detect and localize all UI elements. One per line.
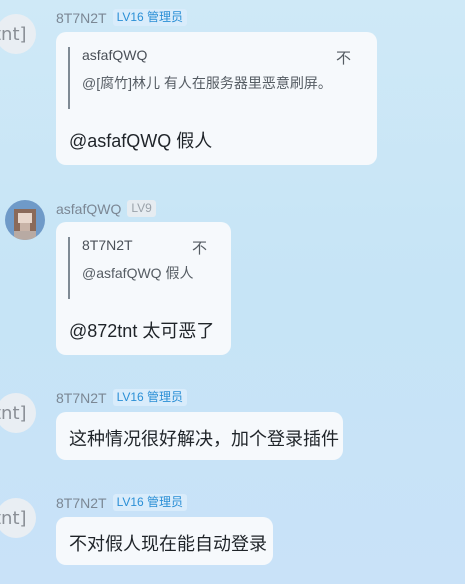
- message-bubble[interactable]: asfafQWQ 不 @[腐竹]林儿 有人在服务器里恶意刷屏。 @asfafQW…: [56, 32, 377, 165]
- avatar[interactable]: tnt]: [0, 393, 36, 433]
- level-badge: LV16 管理员: [112, 494, 188, 511]
- message-header: asfafQWQ LV9: [56, 200, 156, 217]
- message-bubble[interactable]: 8T7N2T 不 @asfafQWQ 假人 @872tnt 太可恶了: [56, 222, 231, 355]
- avatar-text: tnt]: [0, 402, 27, 424]
- message-bubble[interactable]: 不对假人现在能自动登录: [56, 517, 273, 565]
- avatar[interactable]: tnt]: [0, 498, 36, 538]
- quoted-mark: 不: [192, 240, 208, 257]
- avatar[interactable]: [5, 200, 45, 240]
- message-text: 这种情况很好解决，加个登录插件: [69, 429, 339, 449]
- quoted-text: @asfafQWQ 假人: [82, 265, 194, 281]
- sender-name[interactable]: asfafQWQ: [56, 201, 121, 217]
- message-text: 不对假人现在能自动登录: [69, 534, 267, 554]
- avatar[interactable]: tnt]: [0, 14, 36, 54]
- message-header: 8T7N2T LV16 管理员: [56, 494, 188, 511]
- quoted-reply[interactable]: asfafQWQ 不 @[腐竹]林儿 有人在服务器里恶意刷屏。: [68, 47, 364, 109]
- sender-name[interactable]: 8T7N2T: [56, 495, 107, 511]
- level-badge: LV16 管理员: [112, 9, 188, 26]
- message-text: @872tnt 太可恶了: [69, 321, 215, 341]
- sender-name[interactable]: 8T7N2T: [56, 390, 107, 406]
- message-bubble[interactable]: 这种情况很好解决，加个登录插件: [56, 412, 343, 460]
- message-text: @asfafQWQ 假人: [69, 131, 213, 151]
- message-header: 8T7N2T LV16 管理员: [56, 9, 188, 26]
- quoted-reply[interactable]: 8T7N2T 不 @asfafQWQ 假人: [68, 237, 218, 299]
- level-badge: LV9: [127, 200, 156, 217]
- avatar-text: tnt]: [0, 507, 27, 529]
- sender-name[interactable]: 8T7N2T: [56, 10, 107, 26]
- quoted-text: @[腐竹]林儿 有人在服务器里恶意刷屏。: [82, 75, 332, 91]
- avatar-text: tnt]: [0, 23, 27, 45]
- quoted-author: asfafQWQ: [82, 47, 148, 63]
- message-header: 8T7N2T LV16 管理员: [56, 389, 188, 406]
- quoted-mark: 不: [336, 50, 352, 67]
- level-badge: LV16 管理员: [112, 389, 188, 406]
